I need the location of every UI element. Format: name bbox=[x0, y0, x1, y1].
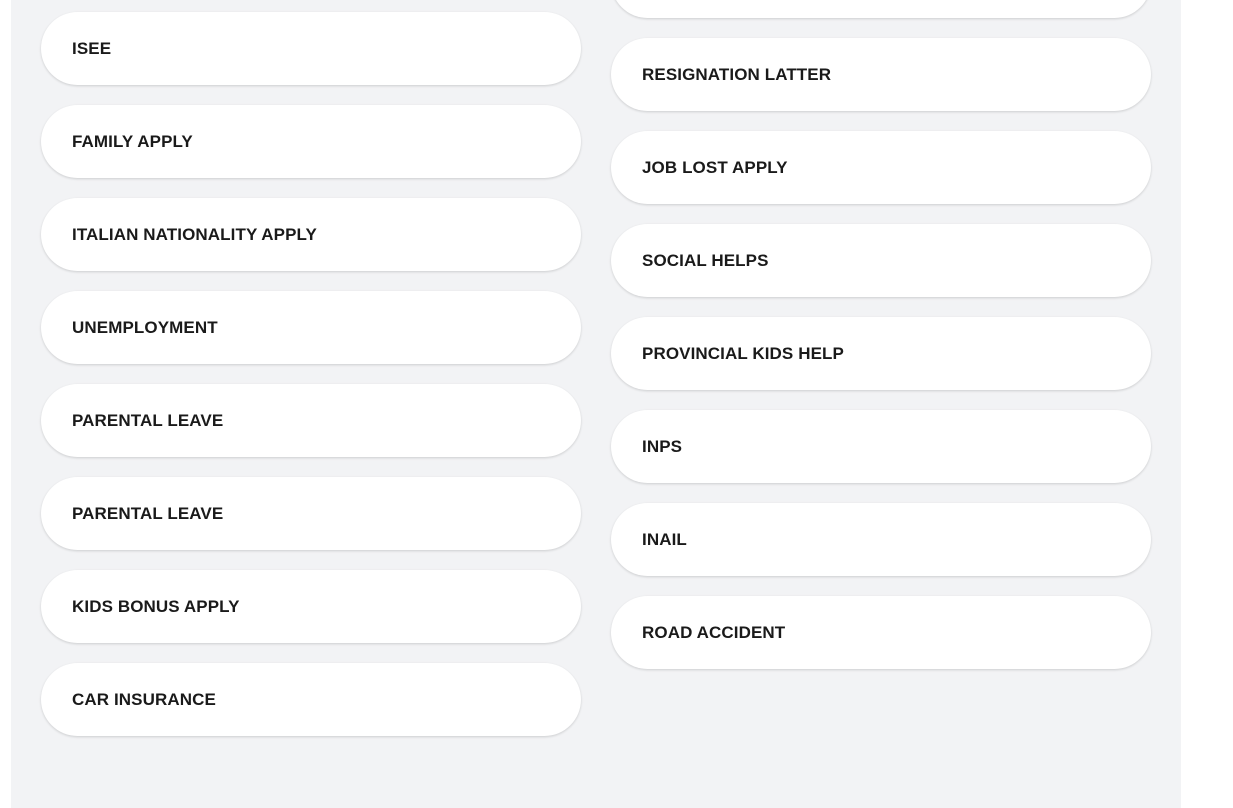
service-button-job-lost-apply[interactable]: JOB LOST APPLY bbox=[611, 131, 1151, 204]
service-button-kids-bonus-apply[interactable]: KIDS BONUS APPLY bbox=[41, 570, 581, 643]
service-button-road-accident[interactable]: ROAD ACCIDENT bbox=[611, 596, 1151, 669]
service-button-inps[interactable]: INPS bbox=[611, 410, 1151, 483]
service-label: INPS bbox=[642, 436, 683, 456]
service-label: PARENTAL LEAVE bbox=[72, 410, 224, 430]
service-button-car-insurance[interactable]: CAR INSURANCE bbox=[41, 663, 581, 736]
service-label: UNEMPLOYMENT bbox=[72, 317, 218, 337]
service-button-provincial-kids-help[interactable]: PROVINCIAL KIDS HELP bbox=[611, 317, 1151, 390]
service-label: ISEE bbox=[72, 38, 112, 58]
service-button-resignation-latter[interactable]: RESIGNATION LATTER bbox=[611, 38, 1151, 111]
service-label: KIDS BONUS APPLY bbox=[72, 596, 240, 616]
service-button-social-helps[interactable]: SOCIAL HELPS bbox=[611, 224, 1151, 297]
service-button-parental-leave[interactable]: PARENTAL LEAVE bbox=[41, 384, 581, 457]
service-label: FAMILY APPLY bbox=[72, 131, 193, 151]
service-label: JOB LOST APPLY bbox=[642, 157, 788, 177]
service-button-partial[interactable] bbox=[611, 0, 1151, 18]
service-label: ROAD ACCIDENT bbox=[642, 622, 786, 642]
service-label: PROVINCIAL KIDS HELP bbox=[642, 343, 844, 363]
service-button-isee[interactable]: ISEE bbox=[41, 12, 581, 85]
services-panel: ISEE FAMILY APPLY ITALIAN NATIONALITY AP… bbox=[11, 0, 1181, 808]
service-label: SOCIAL HELPS bbox=[642, 250, 769, 270]
service-button-parental-leave-2[interactable]: PARENTAL LEAVE bbox=[41, 477, 581, 550]
service-button-unemployment[interactable]: UNEMPLOYMENT bbox=[41, 291, 581, 364]
services-column-left: ISEE FAMILY APPLY ITALIAN NATIONALITY AP… bbox=[41, 12, 581, 756]
service-button-family-apply[interactable]: FAMILY APPLY bbox=[41, 105, 581, 178]
service-button-italian-nationality-apply[interactable]: ITALIAN NATIONALITY APPLY bbox=[41, 198, 581, 271]
service-label: CAR INSURANCE bbox=[72, 689, 216, 709]
service-label: INAIL bbox=[642, 529, 687, 549]
service-button-inail[interactable]: INAIL bbox=[611, 503, 1151, 576]
service-label: ITALIAN NATIONALITY APPLY bbox=[72, 224, 317, 244]
service-label: PARENTAL LEAVE bbox=[72, 503, 224, 523]
service-label: RESIGNATION LATTER bbox=[642, 64, 832, 84]
services-column-right: RESIGNATION LATTER JOB LOST APPLY SOCIAL… bbox=[611, 0, 1151, 689]
